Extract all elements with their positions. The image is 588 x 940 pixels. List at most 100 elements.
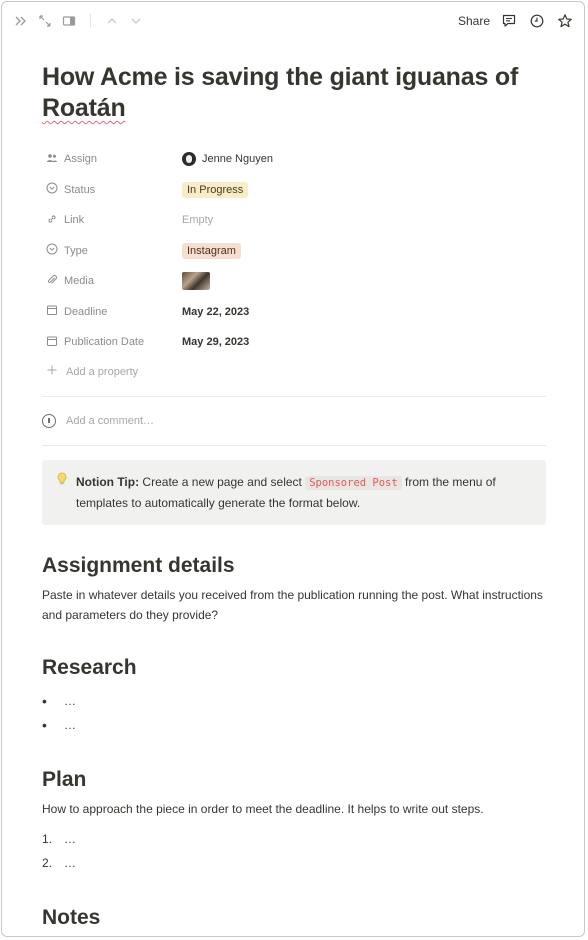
list-item[interactable]: •…	[42, 689, 546, 713]
expand-icon[interactable]	[36, 12, 54, 30]
heading-plan: Plan	[42, 767, 87, 791]
topbar-right: Share	[458, 12, 574, 30]
plan-list: 1. … 2. …	[42, 827, 546, 875]
property-key: Deadline	[42, 304, 182, 319]
list-number: 1.	[42, 831, 53, 846]
share-button[interactable]: Share	[458, 14, 490, 28]
list-item-text: …	[64, 831, 76, 846]
topbar-separator	[90, 14, 91, 28]
add-comment-input[interactable]: Add a comment…	[42, 407, 546, 435]
callout-bold: Notion Tip:	[76, 474, 140, 489]
section-research: Research •… •…	[42, 655, 546, 737]
double-chevron-right-icon[interactable]	[12, 12, 30, 30]
property-label: Deadline	[64, 305, 108, 318]
research-list: •… •…	[42, 689, 546, 737]
property-label: Status	[64, 183, 96, 196]
property-value[interactable]: Jenne Nguyen	[182, 152, 273, 167]
property-key: Type	[42, 243, 182, 258]
property-value[interactable]: Instagram	[182, 242, 241, 259]
callout-text: Notion Tip: Create a new page and select…	[76, 472, 532, 513]
empty-value: Empty	[182, 214, 214, 227]
bullet-icon: •	[42, 716, 47, 733]
calendar-icon	[46, 304, 58, 319]
callout-text-1: Create a new page and select	[139, 474, 306, 489]
top-bar: Share	[2, 2, 584, 40]
people-icon	[46, 152, 58, 167]
status-badge[interactable]: In Progress	[182, 181, 249, 198]
page-title[interactable]: How Acme is saving the giant iguanas of …	[42, 62, 546, 124]
plus-icon	[46, 364, 58, 379]
property-label: Publication Date	[64, 336, 145, 349]
clock-icon[interactable]	[528, 12, 546, 30]
property-value[interactable]: May 29, 2023	[182, 336, 249, 348]
property-status[interactable]: Status In Progress	[42, 175, 546, 206]
type-tag[interactable]: Instagram	[182, 242, 241, 259]
heading-assignment-details: Assignment details	[42, 553, 235, 577]
property-label: Media	[64, 275, 94, 288]
property-link[interactable]: Link Empty	[42, 205, 546, 236]
link-icon	[46, 213, 58, 228]
property-label: Type	[64, 244, 88, 257]
sidebar-toggle-icon[interactable]	[60, 12, 78, 30]
list-item-text: …	[64, 717, 76, 732]
property-value[interactable]: In Progress	[182, 181, 249, 198]
plan-paragraph: How to approach the piece in order to me…	[42, 801, 484, 816]
properties-list: Assign Jenne Nguyen Status In Progress L…	[42, 144, 546, 386]
calendar-icon	[46, 335, 58, 350]
page-title-misspelled-word: Roatán	[42, 94, 126, 122]
list-item[interactable]: •…	[42, 713, 546, 737]
add-property-label: Add a property	[66, 365, 139, 378]
property-publication-date[interactable]: Publication Date May 29, 2023	[42, 327, 546, 358]
lightbulb-icon	[56, 472, 68, 513]
divider	[42, 395, 546, 397]
property-key: Assign	[42, 152, 182, 167]
property-key: Media	[42, 274, 182, 289]
property-key: Link	[42, 213, 182, 228]
property-key: Publication Date	[42, 335, 182, 350]
list-number: 2.	[42, 855, 53, 870]
comment-info-icon	[42, 413, 56, 428]
comment-placeholder: Add a comment…	[66, 414, 155, 427]
list-item[interactable]: 1. …	[42, 827, 546, 851]
page-content: How Acme is saving the giant iguanas of …	[42, 62, 546, 931]
media-thumbnail[interactable]	[182, 272, 210, 291]
add-property-button[interactable]: Add a property	[42, 358, 546, 386]
heading-research: Research	[42, 655, 137, 679]
property-type[interactable]: Type Instagram	[42, 236, 546, 267]
property-key: Status	[42, 182, 182, 197]
property-value[interactable]	[182, 272, 210, 291]
comment-icon[interactable]	[500, 12, 518, 30]
star-icon[interactable]	[556, 12, 574, 30]
deadline-date: May 22, 2023	[182, 305, 250, 318]
divider	[42, 444, 546, 446]
notion-tip-callout: Notion Tip: Create a new page and select…	[42, 459, 546, 525]
property-media[interactable]: Media	[42, 266, 546, 297]
select-icon	[46, 182, 58, 197]
select-icon	[46, 243, 58, 258]
topbar-left	[12, 12, 145, 30]
paperclip-icon	[46, 274, 58, 289]
bullet-icon: •	[42, 692, 47, 709]
list-item-text: …	[64, 693, 76, 708]
section-notes: Notes	[42, 905, 546, 931]
section-plan: Plan How to approach the piece in order …	[42, 767, 546, 875]
inline-code: Sponsored Post	[305, 475, 402, 490]
property-value[interactable]: May 22, 2023	[182, 306, 249, 318]
page-title-text: How Acme is saving the giant iguanas of	[42, 63, 519, 91]
list-item-text: …	[64, 855, 76, 870]
publication-date: May 29, 2023	[182, 336, 250, 349]
chevron-up-icon[interactable]	[103, 12, 121, 30]
property-assign[interactable]: Assign Jenne Nguyen	[42, 144, 546, 175]
property-value[interactable]: Empty	[182, 214, 213, 226]
section-assignment-details: Assignment details Paste in whatever det…	[42, 553, 546, 625]
list-item[interactable]: 2. …	[42, 851, 546, 875]
property-deadline[interactable]: Deadline May 22, 2023	[42, 297, 546, 328]
property-label: Link	[64, 214, 85, 227]
assignment-paragraph: Paste in whatever details you received f…	[42, 587, 543, 622]
avatar	[182, 152, 196, 167]
notion-window: Share How Acme is saving the giant iguan…	[1, 1, 585, 937]
chevron-down-icon[interactable]	[127, 12, 145, 30]
heading-notes: Notes	[42, 905, 101, 929]
assignee-name: Jenne Nguyen	[202, 153, 273, 166]
property-label: Assign	[64, 153, 98, 166]
